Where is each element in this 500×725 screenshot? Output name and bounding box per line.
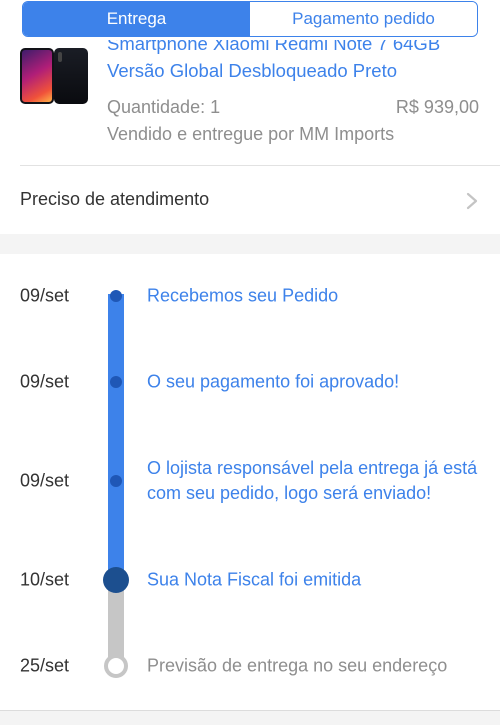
timeline-event: Sua Nota Fiscal foi emitida xyxy=(147,569,362,590)
product-quantity: Quantidade: 1 xyxy=(107,97,221,117)
timeline-progress-line xyxy=(108,294,124,580)
divider xyxy=(0,710,500,711)
timeline-dot-done xyxy=(110,290,122,302)
tab-pagamento-pedido[interactable]: Pagamento pedido xyxy=(250,2,477,36)
phone-back-image xyxy=(54,48,88,104)
support-row[interactable]: Preciso de atendimento xyxy=(0,166,500,234)
timeline-dot-done xyxy=(110,376,122,388)
timeline-date: 09/set xyxy=(20,285,70,306)
phone-product-image xyxy=(20,48,90,106)
timeline-date: 10/set xyxy=(20,569,70,590)
product-price: R$ 939,00 xyxy=(395,97,479,117)
segmented-control: Entrega Pagamento pedido xyxy=(22,1,478,37)
timeline-dot-pending xyxy=(104,654,128,678)
tab-entrega[interactable]: Entrega xyxy=(23,2,250,36)
phone-front-image xyxy=(20,48,54,104)
timeline-dot-done xyxy=(110,475,122,487)
product-seller: Vendido e entregue por MM Imports xyxy=(107,124,395,144)
product-title[interactable]: Smartphone Xiaomi Redmi Note 7 64GB Vers… xyxy=(107,40,487,84)
timeline-event: Recebemos seu Pedido xyxy=(147,285,339,306)
tab-bar: Entrega Pagamento pedido xyxy=(0,0,500,40)
chevron-right-icon xyxy=(466,192,478,210)
delivery-timeline: 09/set Recebemos seu Pedido 09/set O seu… xyxy=(0,254,500,710)
product-card[interactable]: Smartphone Xiaomi Redmi Note 7 64GB Vers… xyxy=(0,40,500,166)
timeline-event: O seu pagamento foi aprovado! xyxy=(147,371,400,392)
timeline-date: 09/set xyxy=(20,371,70,392)
timeline-event-pending: Previsão de entrega no seu endereço xyxy=(147,655,448,676)
timeline-dot-current xyxy=(103,567,129,593)
timeline-event: O lojista responsável pela entrega já es… xyxy=(147,458,478,503)
support-label: Preciso de atendimento xyxy=(20,189,210,209)
timeline-date: 09/set xyxy=(20,470,70,491)
timeline-date: 25/set xyxy=(20,655,70,676)
